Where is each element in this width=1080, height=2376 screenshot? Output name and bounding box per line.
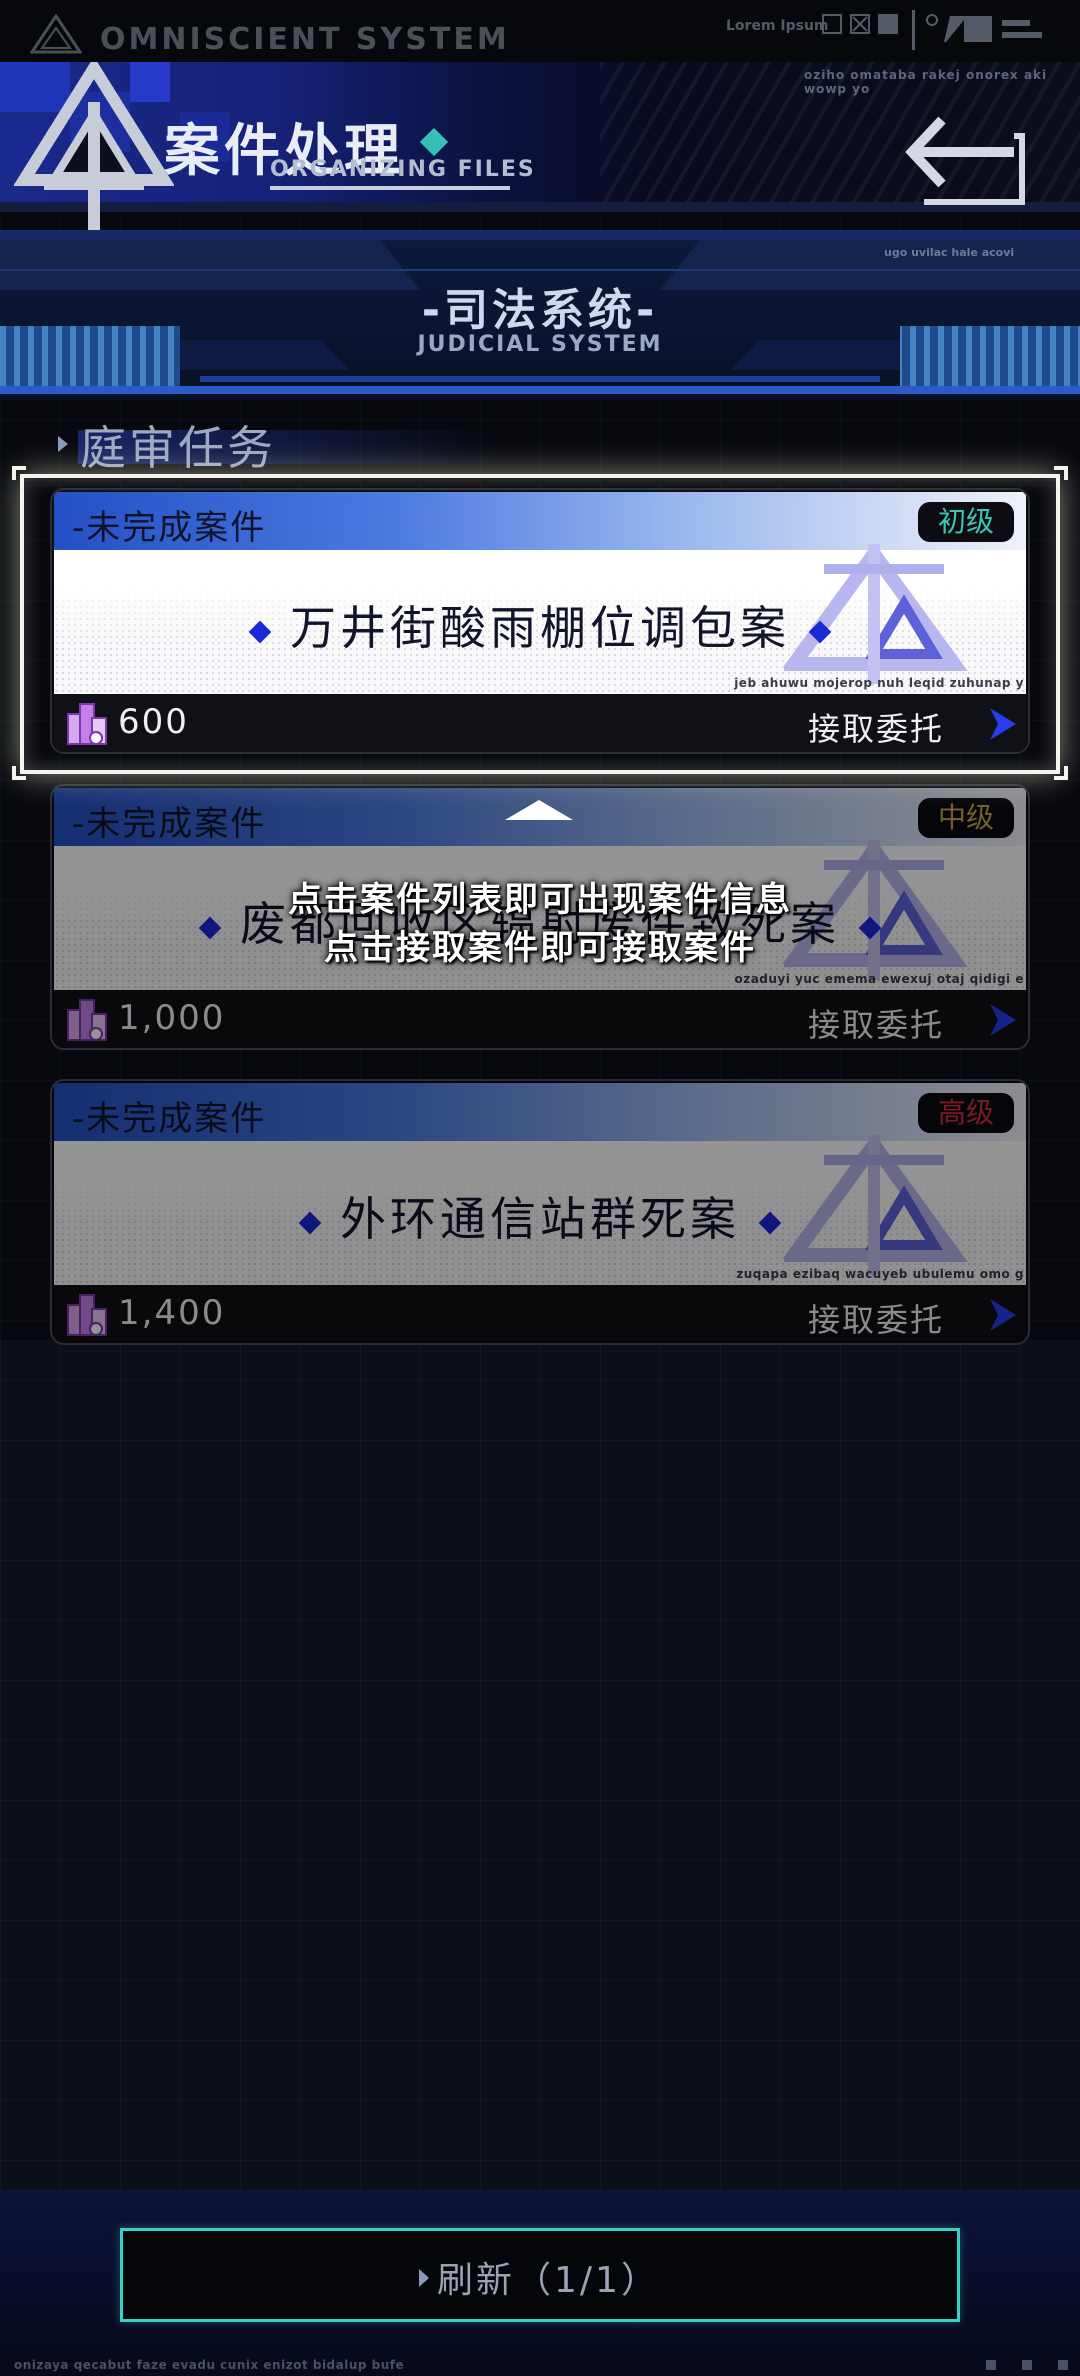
level-badge: 中级 [917,798,1014,838]
reward-icon [67,1294,107,1336]
judicial-banner: ugo uvilac hale acovi -司法系统- JUDICIAL SY… [0,230,1080,400]
banner-subtitle: JUDICIAL SYSTEM [417,332,663,357]
cross-box-icon [850,14,870,34]
case-footer: 1,400 接取委托 [54,1285,1026,1343]
case-footer: 1,000 接取委托 [54,990,1026,1048]
accept-commission-button[interactable]: 接取委托 [808,996,1018,1044]
case-status: -未完成案件 [72,804,267,844]
filled-box-icon [878,14,898,34]
section-title: 庭审任务 [80,421,276,475]
judicial-emblem-icon [14,62,174,230]
frame-corner [1054,466,1068,480]
banner-title: -司法系统- [421,285,659,336]
header-mono-text: oziho omataba rakej onorex aki wowp yo [804,68,1048,96]
case-name: 外环通信站群死案 [340,1192,740,1246]
case-mono-text: ozaduyi yuc emema ewexuj otaj qidigi e [734,972,1024,986]
reward-amount: 1,400 [118,1293,226,1333]
lorem-label: Lorem Ipsum [726,18,829,34]
refresh-label: 刷新（1/1） [437,2260,660,2301]
case-body: 外环通信站群死案 zuqapa ezibaq wacuyeb ubulemu o… [54,1135,1026,1285]
footer-dots-icon [986,2360,1068,2370]
case-name-row: 外环通信站群死案 [54,1183,1026,1249]
accept-label: 接取委托 [808,1301,945,1339]
tutorial-text-line-2: 点击接取案件即可接取案件 [324,928,756,968]
refresh-triangle-icon [419,2269,429,2287]
reward-icon [67,999,107,1041]
back-button[interactable] [904,112,1028,208]
tutorial-pointer-icon [505,800,573,820]
status-icons [912,10,1042,50]
accept-commission-button[interactable]: 接取委托 [808,1291,1018,1339]
diamond-icon [298,1211,322,1234]
case-card-3[interactable]: -未完成案件 高级 外环通信站群死案 zuqapa ezibaq wacuyeb… [50,1079,1030,1345]
accept-label: 接取委托 [808,1006,945,1044]
footer-mono-text: onizaya qecabut faze evadu cunix enizot … [14,2358,405,2372]
banner-mono-text: ugo uvilac hale acovi [884,246,1015,259]
tutorial-highlight-frame [20,474,1060,774]
frame-corner [1054,766,1068,780]
heading-triangle-icon [58,436,68,452]
system-title: OMNISCIENT SYSTEM [100,22,510,57]
case-status: -未完成案件 [72,1099,267,1139]
section-heading: 庭审任务 [58,412,658,482]
system-logo-icon [30,14,82,54]
status-strip: OMNISCIENT SYSTEM Lorem Ipsum [0,0,1080,62]
frame-corner [12,766,26,780]
case-mono-text: zuqapa ezibaq wacuyeb ubulemu omo g [736,1267,1024,1281]
chevron-right-icon [990,1299,1016,1331]
diamond-icon [758,1211,782,1234]
level-badge: 高级 [917,1093,1014,1133]
page-subtitle: ORGANIZING FILES [270,157,536,182]
subtitle-underline [270,186,510,190]
tutorial-text-line-1: 点击案件列表即可出现案件信息 [288,880,792,920]
reward-amount: 1,000 [118,998,226,1038]
case-header: -未完成案件 高级 [54,1083,1026,1141]
box-icon [822,14,842,34]
refresh-button[interactable]: 刷新（1/1） [120,2228,960,2322]
frame-corner [12,466,26,480]
chevron-right-icon [990,1004,1016,1036]
